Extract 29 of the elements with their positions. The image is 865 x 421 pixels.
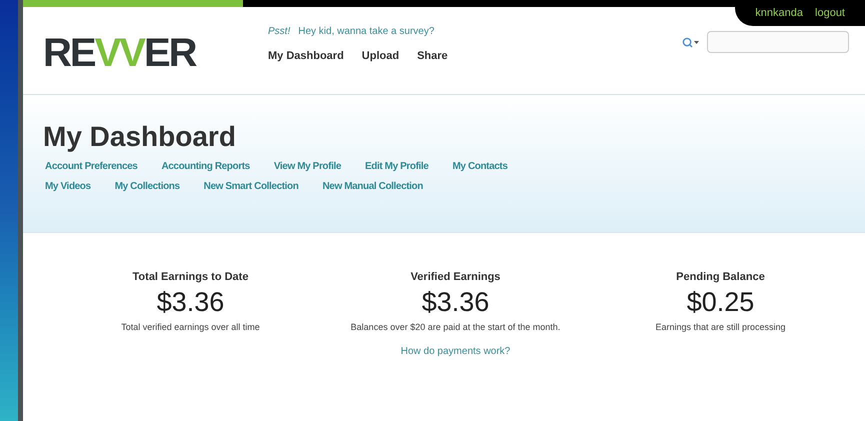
stat-title: Pending Balance xyxy=(676,270,765,285)
sub-nav-link[interactable]: Edit My Profile xyxy=(365,159,428,174)
sub-nav-link[interactable]: My Contacts xyxy=(452,159,508,174)
sub-nav-link[interactable]: My Videos xyxy=(45,179,91,194)
stat-amount: $0.25 xyxy=(686,286,754,318)
search-field[interactable] xyxy=(707,31,849,53)
main-nav-link[interactable]: My Dashboard xyxy=(268,48,344,64)
main-nav-link[interactable]: Upload xyxy=(362,48,400,64)
stat-amount: $3.36 xyxy=(422,286,490,318)
sub-nav-link[interactable]: Account Preferences xyxy=(45,159,138,174)
stat-title: Total Earnings to Date xyxy=(132,270,248,285)
survey-promo[interactable]: Psst! Hey kid, wanna take a survey? xyxy=(268,24,448,39)
sub-nav-link[interactable]: New Manual Collection xyxy=(322,179,423,194)
main-nav-link[interactable]: Share xyxy=(417,48,448,64)
stat-note: Total verified earnings over all time xyxy=(120,320,261,334)
help-link[interactable]: How do payments work? xyxy=(400,344,510,358)
stat-title: Verified Earnings xyxy=(410,270,500,285)
stat-note: Balances over $20 are paid at the start of the month. xyxy=(350,320,562,334)
sub-nav-link[interactable]: Accounting Reports xyxy=(161,159,250,174)
sub-nav-link[interactable]: My Collections xyxy=(114,179,180,194)
username-link[interactable]: knnkanda xyxy=(755,4,804,22)
sub-nav-link[interactable]: View My Profile xyxy=(274,159,341,174)
page-title: My Dashboard xyxy=(43,121,237,153)
logo[interactable]: REVVER xyxy=(43,32,268,74)
sub-nav-link[interactable]: New Smart Collection xyxy=(204,179,298,194)
search-icon[interactable] xyxy=(682,36,699,48)
stat-amount: $3.36 xyxy=(156,286,224,318)
logout-link[interactable]: logout xyxy=(815,4,845,22)
stat-note: Earnings that are still processing xyxy=(654,320,787,334)
